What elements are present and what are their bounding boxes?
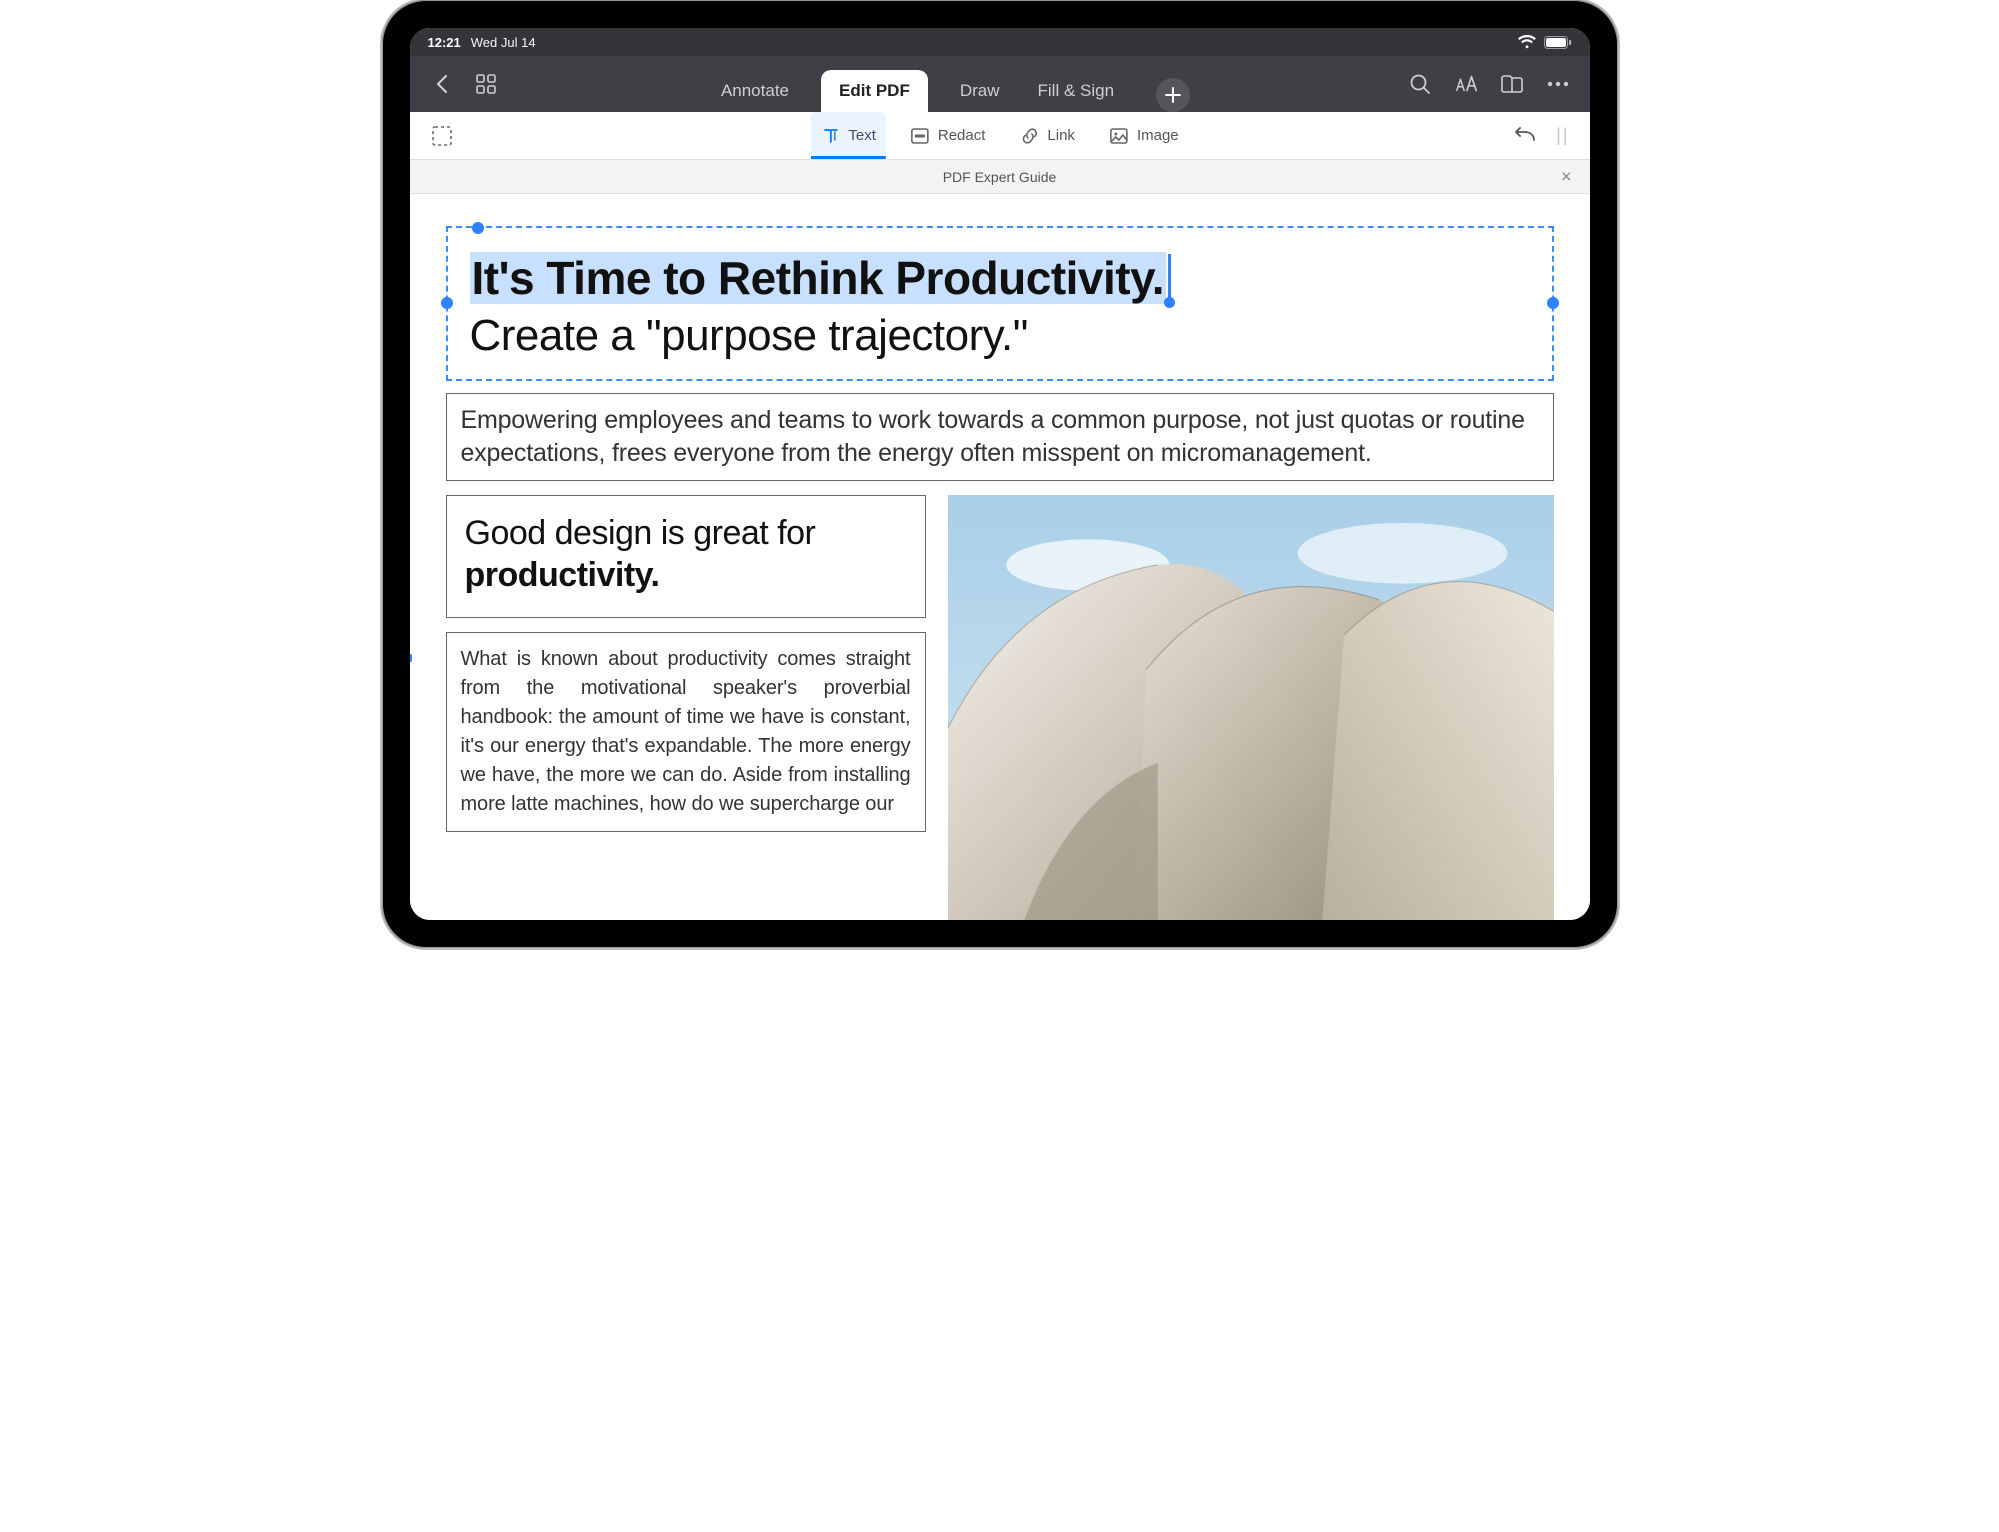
tool-link-label: Link: [1047, 127, 1075, 144]
intro-paragraph-text: Empowering employees and teams to work t…: [461, 406, 1525, 467]
battery-icon: [1544, 36, 1572, 49]
edit-sub-toolbar: Text Redact Link Image: [410, 112, 1590, 160]
wifi-icon: [1518, 35, 1536, 49]
thumbnails-button[interactable]: [474, 72, 498, 96]
close-file-tab-button[interactable]: ×: [1561, 166, 1572, 187]
text-selection-box[interactable]: It's Time to Rethink Productivity. Creat…: [446, 226, 1554, 381]
tool-image-label: Image: [1137, 127, 1179, 144]
back-button[interactable]: [430, 72, 454, 96]
status-time: 12:21: [428, 35, 461, 50]
tab-fill-sign[interactable]: Fill & Sign: [1032, 70, 1121, 112]
file-tab-title[interactable]: PDF Expert Guide: [943, 169, 1057, 185]
tool-text-label: Text: [848, 127, 876, 144]
selection-handle-icon[interactable]: [472, 222, 484, 234]
status-date: Wed Jul 14: [471, 35, 536, 50]
headline-bold[interactable]: It's Time to Rethink Productivity.: [470, 252, 1167, 304]
top-toolbar: Annotate Edit PDF Draw Fill & Sign: [410, 56, 1590, 112]
toolbar-divider: ||: [1556, 125, 1569, 146]
tool-image[interactable]: Image: [1099, 112, 1189, 159]
tab-edit-pdf[interactable]: Edit PDF: [821, 70, 928, 112]
article-image[interactable]: [948, 495, 1554, 920]
undo-button[interactable]: [1512, 127, 1538, 145]
more-button[interactable]: [1546, 72, 1570, 96]
tab-annotate[interactable]: Annotate: [715, 70, 795, 112]
body-paragraph-box[interactable]: What is known about productivity comes s…: [446, 632, 926, 832]
headline-sub[interactable]: Create a "purpose trajectory.": [470, 311, 1530, 361]
intro-paragraph-box[interactable]: Empowering employees and teams to work t…: [446, 393, 1554, 481]
tool-link[interactable]: Link: [1009, 112, 1085, 159]
tool-text[interactable]: Text: [810, 112, 886, 159]
sub-heading-box[interactable]: Good design is great for productivity.: [446, 495, 926, 618]
search-button[interactable]: [1408, 72, 1432, 96]
selection-handle-icon[interactable]: [1547, 297, 1559, 309]
sub-head-pre: Good design is great for: [465, 514, 816, 552]
tool-redact[interactable]: Redact: [900, 112, 996, 159]
status-bar: 12:21 Wed Jul 14: [410, 28, 1590, 56]
selection-handle-icon[interactable]: [441, 297, 453, 309]
body-paragraph-text: What is known about productivity comes s…: [461, 648, 911, 815]
file-tab-strip: PDF Expert Guide ×: [410, 160, 1590, 194]
text-cursor-icon: [1168, 254, 1171, 302]
tab-draw[interactable]: Draw: [954, 70, 1006, 112]
add-tab-button[interactable]: [1156, 78, 1190, 112]
tool-redact-label: Redact: [938, 127, 986, 144]
sub-head-bold: productivity.: [465, 556, 660, 594]
text-size-button[interactable]: [1454, 72, 1478, 96]
side-indicator-icon: [410, 654, 412, 662]
document-canvas[interactable]: It's Time to Rethink Productivity. Creat…: [410, 194, 1590, 920]
bookmarks-button[interactable]: [1500, 72, 1524, 96]
selection-tool-button[interactable]: [430, 124, 454, 148]
